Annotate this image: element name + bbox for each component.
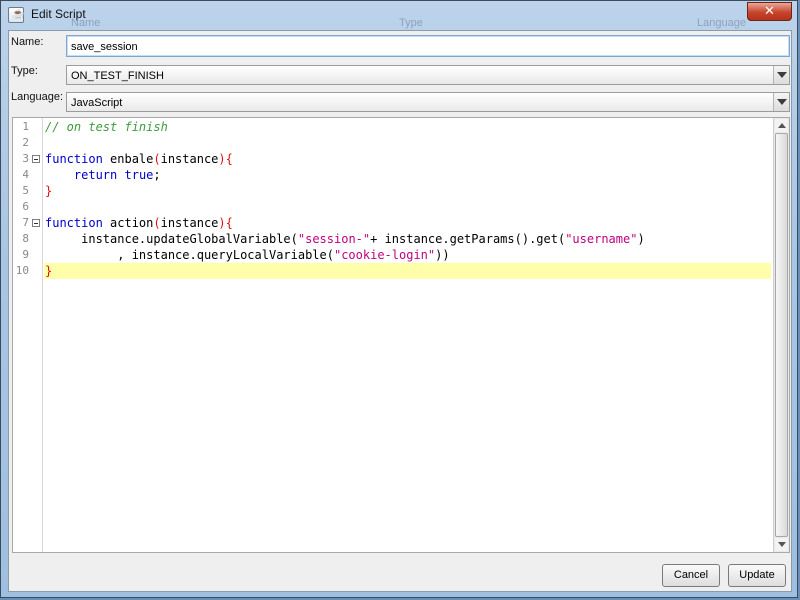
background-label-language: Language <box>697 17 746 29</box>
code-line-8: instance.updateGlobalVariable("session-"… <box>45 232 645 246</box>
update-button[interactable]: Update <box>728 564 786 587</box>
name-input[interactable]: save_session <box>66 35 790 57</box>
code-editor[interactable]: 1 2 3 4 5 6 7 8 9 10 // on test finish f… <box>12 117 790 553</box>
code-line-1: // on test finish <box>44 119 771 135</box>
line-number: 2 <box>22 136 29 149</box>
line-number: 1 <box>22 120 29 133</box>
language-select-value: JavaScript <box>71 97 123 109</box>
chevron-down-icon[interactable] <box>773 93 789 111</box>
title-bar[interactable]: ☕ Edit Script Name Type Language ✕ <box>1 1 799 30</box>
background-label-name: Name <box>71 17 101 29</box>
code-line-4: return true; <box>73 168 161 182</box>
code-line-9: , instance.queryLocalVariable("cookie-lo… <box>45 248 450 262</box>
line-number: 10 <box>15 264 29 277</box>
fold-collapse-icon[interactable] <box>32 219 40 227</box>
line-number: 9 <box>22 248 29 261</box>
close-button[interactable]: ✕ <box>747 2 792 21</box>
cancel-button[interactable]: Cancel <box>662 564 720 587</box>
code-line-3: function enbale(instance){ <box>45 152 233 166</box>
type-select-value: ON_TEST_FINISH <box>71 70 164 82</box>
code-comment: // on test finish <box>45 120 168 134</box>
chevron-down-icon[interactable] <box>773 66 789 84</box>
type-select[interactable]: ON_TEST_FINISH <box>66 65 790 85</box>
vertical-scrollbar[interactable] <box>773 118 789 552</box>
scrollbar-thumb[interactable] <box>775 133 788 537</box>
scroll-down-icon[interactable] <box>775 538 788 551</box>
line-number: 6 <box>22 200 29 213</box>
code-line-10-current: } <box>44 263 771 279</box>
edit-script-dialog: ☕ Edit Script Name Type Language ✕ Name:… <box>0 0 798 598</box>
code-line-7: function action(instance){ <box>45 216 233 230</box>
line-number: 8 <box>22 232 29 245</box>
language-label: Language: <box>11 91 63 103</box>
type-label: Type: <box>11 65 38 77</box>
line-number: 5 <box>22 184 29 197</box>
java-cup-icon: ☕ <box>8 7 24 23</box>
line-number-gutter: 1 2 3 4 5 6 7 8 9 10 <box>13 118 43 552</box>
code-line-5: } <box>45 184 53 198</box>
scroll-up-icon[interactable] <box>775 119 788 132</box>
line-number: 7 <box>22 216 29 229</box>
fold-collapse-icon[interactable] <box>32 155 40 163</box>
language-select[interactable]: JavaScript <box>66 92 790 112</box>
line-number: 4 <box>22 168 29 181</box>
background-label-type: Type <box>399 17 423 29</box>
dialog-content: Name: save_session Type: ON_TEST_FINISH … <box>8 30 792 592</box>
line-number: 3 <box>22 152 29 165</box>
name-label: Name: <box>11 36 44 48</box>
